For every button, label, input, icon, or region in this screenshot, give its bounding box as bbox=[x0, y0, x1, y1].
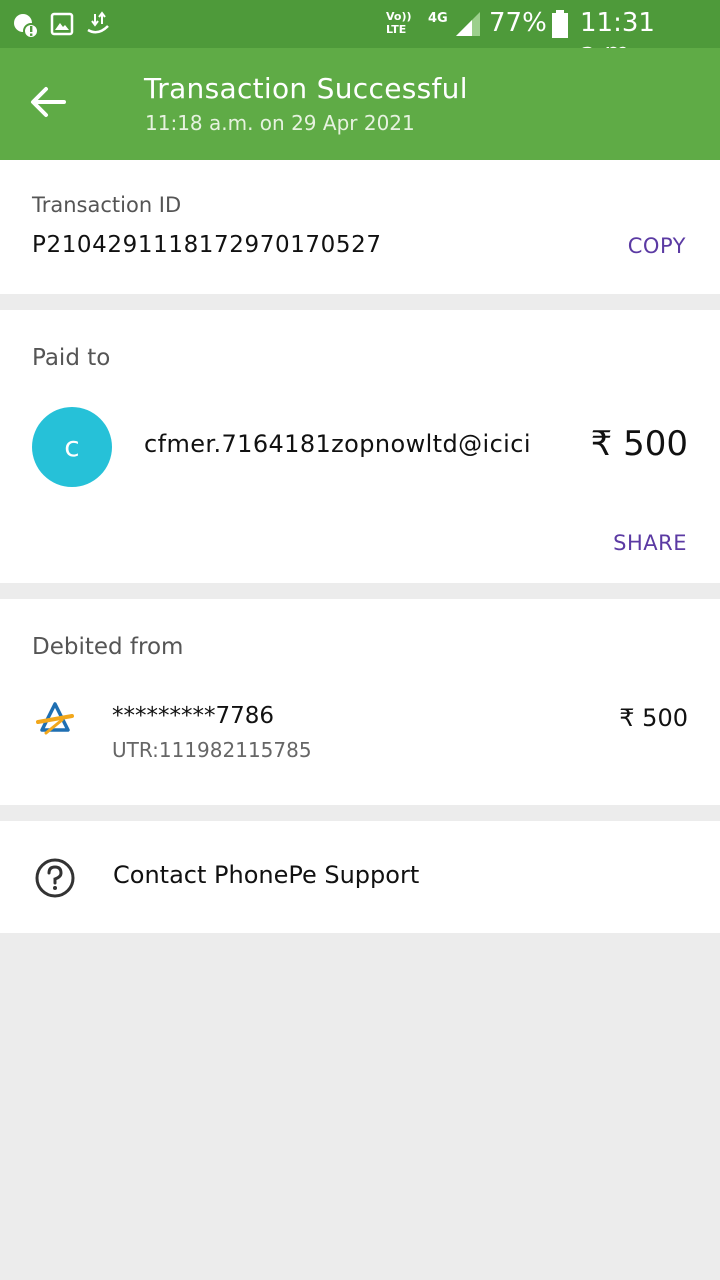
battery-percentage: 77% bbox=[489, 8, 547, 38]
bank-logo-icon bbox=[36, 702, 74, 735]
back-arrow-icon[interactable] bbox=[24, 78, 72, 126]
signal-strength-icon bbox=[456, 12, 480, 36]
help-icon bbox=[35, 858, 75, 898]
status-bar: Vo)) LTE 4G 77% 11:31 a.m. bbox=[0, 0, 720, 68]
paid-amount: ₹ 500 bbox=[590, 424, 688, 464]
notification-icon bbox=[14, 14, 38, 38]
paid-to-label: Paid to bbox=[32, 345, 111, 371]
transaction-id-value: P2104291118172970170527 bbox=[32, 232, 382, 258]
debited-from-label: Debited from bbox=[32, 634, 184, 660]
network-indicator: Vo)) LTE bbox=[386, 10, 412, 36]
transaction-timestamp: 11:18 a.m. on 29 Apr 2021 bbox=[145, 111, 415, 135]
utr-number: UTR:111982115785 bbox=[112, 738, 312, 762]
payee-avatar: c bbox=[32, 407, 112, 487]
gallery-icon bbox=[50, 12, 74, 36]
support-card[interactable]: Contact PhonePe Support bbox=[0, 821, 720, 933]
transaction-id-card: Transaction ID P2104291118172970170527 C… bbox=[0, 160, 720, 294]
account-number: *********7786 bbox=[112, 703, 275, 729]
battery-icon bbox=[552, 10, 568, 38]
upload-download-icon bbox=[87, 11, 109, 34]
share-button[interactable]: SHARE bbox=[613, 531, 687, 555]
debited-amount: ₹ 500 bbox=[619, 704, 688, 732]
payee-vpa: cfmer.7164181zopnowltd@icici bbox=[144, 430, 531, 458]
app-bar: Transaction Successful 11:18 a.m. on 29 … bbox=[0, 48, 720, 160]
signal-label: 4G bbox=[428, 11, 448, 26]
copy-button[interactable]: COPY bbox=[628, 234, 686, 258]
transaction-id-label: Transaction ID bbox=[32, 193, 182, 217]
page-title: Transaction Successful bbox=[144, 72, 468, 105]
debited-from-card: Debited from *********7786 UTR:111982115… bbox=[0, 599, 720, 805]
contact-support-label: Contact PhonePe Support bbox=[113, 861, 420, 889]
paid-to-card: Paid to c cfmer.7164181zopnowltd@icici ₹… bbox=[0, 310, 720, 583]
